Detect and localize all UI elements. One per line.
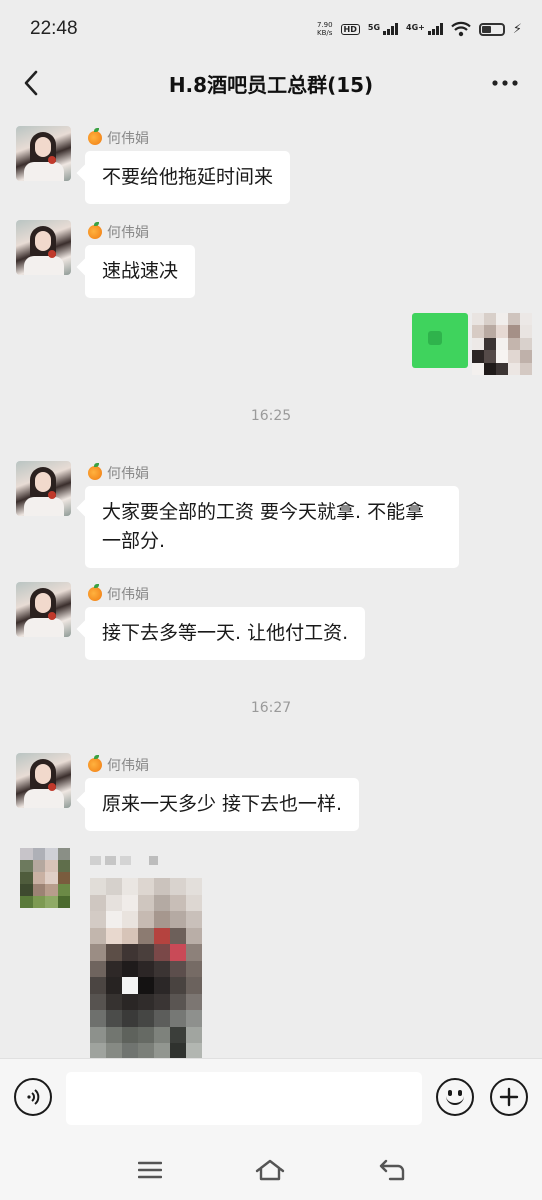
more-dots-icon[interactable]: [490, 68, 520, 98]
chat-title: H.8酒吧员工总群(15): [168, 72, 374, 97]
menu-icon[interactable]: [132, 1152, 168, 1188]
orange-icon: [88, 463, 102, 480]
net-speed: 7.90 KB/s: [317, 21, 333, 37]
net-speed-unit: KB/s: [317, 29, 333, 37]
message-input[interactable]: [66, 1072, 422, 1125]
time-divider: 16:25: [250, 408, 292, 424]
message-bubble[interactable]: 不要给他拖延时间来: [85, 151, 291, 204]
message-bubble[interactable]: 原来一天多少 接下去也一样.: [85, 778, 360, 831]
net-speed-value: 7.90: [316, 21, 333, 29]
time-divider: 16:27: [250, 700, 292, 716]
sender-name-text: 何伟娟: [107, 131, 149, 147]
hd-icon: HD: [340, 23, 360, 35]
signal-5g-label: 5G: [367, 23, 381, 32]
avatar[interactable]: [16, 461, 71, 516]
wifi-icon: [451, 21, 471, 37]
sender-name: 何伟娟: [88, 128, 149, 148]
input-bar: [0, 1058, 542, 1140]
chat-header: H.8酒吧员工总群(15): [0, 58, 542, 108]
orange-icon: [88, 222, 102, 239]
sender-name: 何伟娟: [88, 584, 149, 604]
voice-icon[interactable]: [14, 1078, 52, 1116]
plus-icon[interactable]: [490, 1078, 528, 1116]
signal-5g-icon: 5G: [367, 23, 399, 35]
message-bubble[interactable]: 接下去多等一天. 让他付工资.: [85, 607, 366, 660]
sender-name-text: 何伟娟: [107, 758, 149, 774]
sender-name: 何伟娟: [88, 755, 149, 775]
sender-name-pixelated: [90, 856, 158, 865]
avatar[interactable]: [20, 848, 70, 908]
message-bubble[interactable]: 大家要全部的工资 要今天就拿. 不能拿一部分.: [85, 486, 459, 568]
sender-name-text: 何伟娟: [107, 225, 149, 241]
battery-icon: [478, 22, 505, 36]
chat-message-list[interactable]: 何伟娟 不要给他拖延时间来 何伟娟 速战速决 16:25 何伟娟 大家要全部的工…: [0, 108, 542, 1058]
avatar[interactable]: [16, 582, 71, 637]
avatar[interactable]: [16, 753, 71, 808]
message-bubble[interactable]: 速战速决: [85, 245, 196, 298]
sender-name-text: 何伟娟: [107, 587, 149, 603]
sender-name-text: 何伟娟: [107, 466, 149, 482]
orange-icon: [88, 584, 102, 601]
system-navigation-bar: [0, 1140, 542, 1200]
home-icon[interactable]: [252, 1152, 288, 1188]
avatar[interactable]: [16, 126, 71, 181]
charging-icon: ⚡: [512, 21, 522, 37]
signal-4g-label: 4G+: [406, 23, 425, 32]
avatar[interactable]: [16, 220, 71, 275]
chevron-left-icon[interactable]: [16, 66, 46, 100]
signal-4g-icon: 4G+: [406, 23, 443, 35]
emoji-icon[interactable]: [436, 1078, 474, 1116]
outgoing-image-message[interactable]: [412, 313, 468, 368]
sender-name: 何伟娟: [88, 463, 149, 483]
orange-icon: [88, 128, 102, 145]
sender-name: 何伟娟: [88, 222, 149, 242]
status-bar: 22:48 7.90 KB/s HD 5G 4G+ ⚡: [0, 0, 542, 58]
self-avatar[interactable]: [472, 313, 532, 375]
status-icons: 7.90 KB/s HD 5G 4G+ ⚡: [317, 21, 522, 37]
orange-icon: [88, 755, 102, 772]
image-message[interactable]: [90, 878, 202, 1058]
back-icon[interactable]: [374, 1152, 410, 1188]
status-time: 22:48: [30, 18, 78, 39]
